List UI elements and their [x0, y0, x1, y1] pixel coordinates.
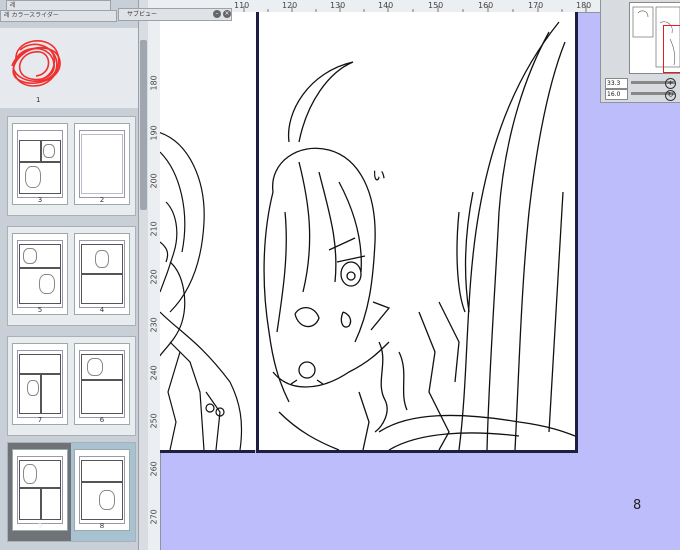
rotate-value[interactable]: 16.0 — [605, 89, 628, 100]
spread-pages-9-8[interactable]: 9 8 — [7, 442, 136, 542]
page-number-label: 4 — [99, 306, 105, 314]
canvas-page-number: 8 — [633, 498, 642, 513]
pages-scrollbar-thumb[interactable] — [140, 40, 147, 210]
ruler-label: 240 — [149, 365, 159, 381]
minimize-icon[interactable]: – — [213, 10, 221, 18]
page-number-label: 8 — [99, 522, 105, 530]
page-thumbnail[interactable]: 9 — [12, 449, 68, 531]
cover-scribble — [11, 40, 61, 87]
navigator-panel: 33.3 16.0 + ↻ — [600, 0, 680, 103]
ruler-label: 210 — [149, 221, 159, 237]
spread-pages-7-6[interactable]: 7 6 — [7, 336, 136, 436]
ruler-label: 220 — [149, 269, 159, 285]
ruler-label: 230 — [149, 317, 159, 333]
navigator-view-rect[interactable] — [663, 25, 680, 73]
zoom-value[interactable]: 33.3 — [605, 78, 628, 89]
sfx-text: ぃ — [371, 165, 387, 184]
color-slider-tab[interactable]: 레 カラースライダー — [0, 10, 117, 22]
ruler-label: 180 — [149, 75, 159, 91]
spread-pages-5-4[interactable]: 5 4 — [7, 226, 136, 326]
rotate-icon[interactable]: ↻ — [665, 90, 676, 101]
ruler-label: 250 — [149, 413, 159, 429]
page-number-label: 6 — [99, 416, 105, 424]
navigator-preview[interactable] — [629, 2, 680, 74]
zoom-in-icon[interactable]: + — [665, 78, 676, 89]
page-thumbnail[interactable]: 8 — [74, 449, 130, 531]
line-art-left — [160, 132, 243, 450]
cover-page-thumbnail[interactable]: 1 — [0, 28, 138, 108]
spread-pages-3-2[interactable]: 3 2 — [7, 116, 136, 216]
page-number-label: 2 — [99, 196, 105, 204]
page-thumbnail[interactable]: 3 — [12, 123, 68, 205]
line-art-right: ぃ — [263, 21, 575, 450]
page-thumbnail[interactable]: 7 — [12, 343, 68, 425]
close-icon[interactable]: × — [223, 10, 231, 18]
page-number-label: 5 — [37, 306, 43, 314]
page-manager-panel: 레 레 カラースライダー サブビュー 1 3 2 — [0, 0, 149, 550]
page-thumbnail[interactable]: 6 — [74, 343, 130, 425]
page-thumbnail[interactable]: 2 — [74, 123, 130, 205]
page-number-label: 7 — [37, 416, 43, 424]
page-number-label: 1 — [36, 96, 41, 104]
ruler-label: 200 — [149, 173, 159, 189]
page-number-label: 9 — [37, 522, 43, 530]
sub-view-window[interactable]: サブビュー – × — [118, 8, 232, 21]
page-number-label: 3 — [37, 196, 43, 204]
page-thumbnail[interactable]: 4 — [74, 233, 130, 315]
ruler-label: 260 — [149, 461, 159, 477]
ruler-label: 190 — [149, 125, 159, 141]
ruler-label: 270 — [149, 509, 159, 525]
page-thumbnail[interactable]: 5 — [12, 233, 68, 315]
canvas-page-right[interactable]: ぃ — [256, 12, 578, 453]
canvas-page-left[interactable] — [160, 12, 255, 453]
